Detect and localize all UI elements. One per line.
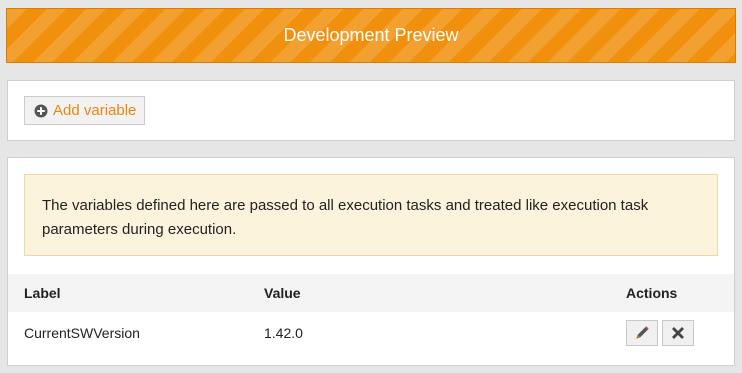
pencil-icon — [636, 326, 649, 339]
banner-title: Development Preview — [283, 25, 459, 45]
info-alert: The variables defined here are passed to… — [24, 174, 718, 256]
toolbar-panel: Add variable — [7, 80, 735, 141]
delete-variable-button[interactable] — [662, 320, 694, 346]
development-preview-banner: Development Preview — [6, 8, 736, 63]
table-header: Label Value Actions — [8, 274, 734, 312]
plus-circle-icon — [34, 104, 48, 117]
add-variable-label: Add variable — [53, 102, 137, 119]
add-variable-button[interactable]: Add variable — [24, 96, 146, 125]
table-row: CurrentSWVersion 1.42.0 — [8, 312, 734, 354]
edit-variable-button[interactable] — [626, 320, 658, 346]
variable-label-cell: CurrentSWVersion — [24, 325, 140, 341]
column-header-value: Value — [264, 285, 301, 301]
variables-panel: The variables defined here are passed to… — [7, 157, 735, 366]
info-text: The variables defined here are passed to… — [42, 197, 649, 238]
times-icon — [672, 327, 684, 339]
variable-value-cell: 1.42.0 — [264, 325, 303, 341]
column-header-label: Label — [24, 285, 61, 301]
column-header-actions: Actions — [626, 285, 678, 301]
